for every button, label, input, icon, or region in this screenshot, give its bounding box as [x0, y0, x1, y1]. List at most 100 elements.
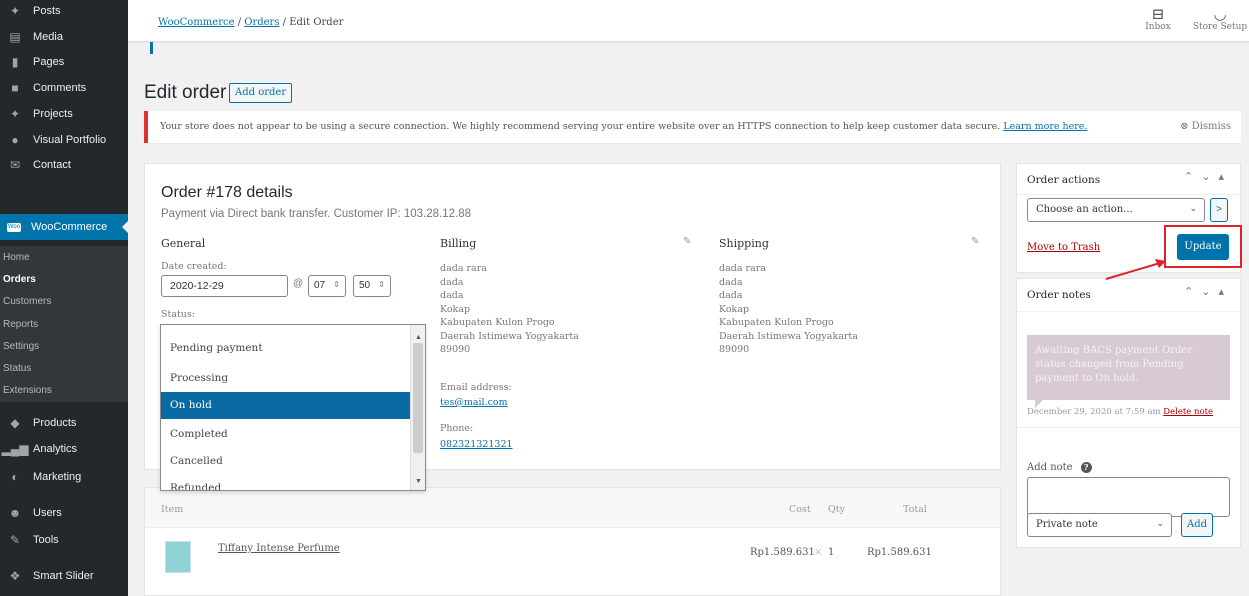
chevron-down-icon: ⌄	[1189, 204, 1197, 214]
sidebar-item-marketing[interactable]: ◐ Marketing	[0, 464, 128, 490]
sidebar-item-media[interactable]: ▤ Media	[0, 24, 128, 50]
billing-address: dada rara dada dada Kokap Kabupaten Kulo…	[440, 263, 579, 355]
order-title: Order #178 details	[161, 184, 293, 201]
dismiss-button[interactable]: ⊗ Dismiss	[1180, 121, 1231, 132]
submenu-orders[interactable]: Orders	[3, 274, 36, 285]
chevron-down-icon: ⌄	[1156, 519, 1164, 529]
products-icon: ◆	[10, 416, 20, 430]
add-note-button[interactable]: Add	[1181, 513, 1213, 537]
sidebar-item-products[interactable]: ◆ Products	[0, 410, 128, 436]
status-option-on-hold[interactable]: On hold	[161, 392, 410, 419]
submenu-extensions[interactable]: Extensions	[3, 385, 52, 396]
breadcrumb-woocommerce[interactable]: WooCommerce	[158, 17, 235, 28]
divider	[1017, 311, 1240, 312]
box-controls[interactable]: ⌃⌄▴	[1184, 285, 1232, 298]
mail-icon: ✉	[9, 158, 21, 172]
move-to-trash-link[interactable]: Move to Trash	[1027, 242, 1100, 253]
sidebar-item-visual-portfolio[interactable]: ● Visual Portfolio	[0, 127, 128, 153]
add-note-label: Add note?	[1027, 462, 1092, 473]
divider	[1017, 194, 1240, 195]
sidebar-item-pages[interactable]: ▮ Pages	[0, 49, 128, 75]
phone-link[interactable]: 082321321321	[440, 439, 513, 450]
slider-icon: ❖	[9, 569, 21, 583]
media-icon: ▤	[9, 30, 21, 44]
notice-text: Your store does not appear to be using a…	[160, 121, 1088, 132]
pages-icon: ▮	[11, 55, 19, 69]
sidebar-item-users[interactable]: ☻ Users	[0, 500, 128, 526]
portfolio-icon: ●	[11, 133, 19, 147]
sidebar-item-comments[interactable]: ■ Comments	[0, 75, 128, 101]
https-notice: Your store does not appear to be using a…	[144, 111, 1241, 143]
sidebar-item-projects[interactable]: ✦ Projects	[0, 101, 128, 127]
dismiss-icon: ⊗	[1180, 121, 1189, 132]
annotation-arrow-icon	[1105, 259, 1166, 280]
phone-label: Phone:	[440, 423, 474, 434]
analytics-icon: ▂▄▆	[1, 442, 29, 456]
email-link[interactable]: tes@mail.com	[440, 397, 508, 408]
help-icon[interactable]: ?	[1080, 462, 1092, 473]
status-option-cancelled[interactable]: Cancelled	[161, 448, 410, 475]
active-indicator	[122, 221, 128, 233]
note-type-select[interactable]: Private note ⌄	[1027, 513, 1172, 537]
header-accent-line	[150, 42, 153, 54]
sidebar-item-analytics[interactable]: ▂▄▆ Analytics	[0, 436, 128, 462]
order-actions-title: Order actions	[1027, 174, 1101, 186]
sidebar-item-posts[interactable]: ✦ Posts	[0, 0, 128, 24]
sidebar-item-woocommerce[interactable]: Woo WooCommerce	[0, 214, 128, 240]
submenu-customers[interactable]: Customers	[3, 296, 51, 307]
add-order-button[interactable]: Add order	[229, 83, 293, 103]
qty-times: ×	[814, 547, 823, 558]
sidebar-item-tools[interactable]: ✎ Tools	[0, 527, 128, 553]
hour-input[interactable]: 07 ⇕	[308, 275, 346, 297]
sidebar-item-contact[interactable]: ✉ Contact	[0, 152, 128, 178]
minute-input[interactable]: 50 ⇕	[353, 275, 391, 297]
status-option-completed[interactable]: Completed	[161, 421, 410, 448]
sidebar-item-smart-slider[interactable]: ❖ Smart Slider	[0, 563, 128, 589]
apply-action-button[interactable]: >	[1210, 198, 1228, 222]
admin-sidebar: ✦ Posts ▤ Media ▮ Pages ■ Comments ✦ Projects…	[0, 0, 128, 596]
tools-icon: ✎	[9, 533, 21, 547]
dropdown-scrollbar[interactable]: ▲ ▼	[410, 325, 425, 490]
scroll-down-icon[interactable]: ▼	[411, 478, 425, 485]
status-option-processing[interactable]: Processing	[161, 365, 410, 392]
submenu-settings[interactable]: Settings	[3, 341, 39, 352]
order-notes-title: Order notes	[1027, 289, 1091, 301]
scroll-thumb[interactable]	[413, 343, 423, 453]
learn-more-link[interactable]: Learn more here.	[1003, 121, 1087, 132]
breadcrumb-orders[interactable]: Orders	[244, 17, 279, 28]
status-option-refunded[interactable]: Refunded	[161, 475, 410, 490]
order-action-select[interactable]: Choose an action... ⌄	[1027, 198, 1205, 222]
store-setup-icon: ◡	[1213, 5, 1227, 23]
product-thumbnail[interactable]	[165, 541, 191, 573]
date-created-input[interactable]: 2020-12-29	[161, 275, 288, 297]
product-link[interactable]: Tiffany Intense Perfume	[218, 543, 340, 554]
col-cost: Cost	[789, 504, 811, 515]
shipping-address: dada rara dada dada Kokap Kabupaten Kulo…	[719, 263, 858, 355]
inbox-button[interactable]: ⊟ Inbox	[1133, 6, 1183, 32]
scroll-up-icon[interactable]: ▲	[411, 334, 425, 341]
highlight-box	[1164, 225, 1242, 268]
col-total: Total	[903, 504, 927, 515]
edit-billing-icon[interactable]: ✎	[683, 236, 691, 247]
pin-icon: ✦	[9, 107, 21, 121]
submenu-reports[interactable]: Reports	[3, 319, 38, 330]
submenu-home[interactable]: Home	[3, 252, 30, 263]
note-textarea[interactable]	[1027, 477, 1230, 517]
status-dropdown-list[interactable]: Pending payment Processing On hold Compl…	[160, 324, 426, 491]
submenu-status[interactable]: Status	[3, 363, 31, 374]
item-qty: 1	[828, 547, 835, 558]
store-setup-button[interactable]: ◡ Store Setup	[1190, 6, 1249, 32]
order-items-table: Item Cost Qty Total Tiffany Intense Perf…	[144, 487, 1001, 596]
pin-icon: ✦	[9, 4, 21, 18]
billing-heading: Billing	[440, 237, 477, 250]
order-subtitle: Payment via Direct bank transfer. Custom…	[161, 208, 472, 220]
item-total: Rp1.589.631	[867, 547, 932, 558]
date-created-label: Date created:	[161, 261, 227, 272]
status-option-pending[interactable]: Pending payment	[161, 335, 410, 362]
box-controls[interactable]: ⌃⌄▴	[1184, 170, 1232, 183]
delete-note-link[interactable]: Delete note	[1163, 407, 1213, 417]
spinner-icon: ⇕	[378, 280, 385, 289]
col-item: Item	[161, 504, 184, 515]
edit-shipping-icon[interactable]: ✎	[971, 236, 979, 247]
general-heading: General	[161, 237, 206, 250]
